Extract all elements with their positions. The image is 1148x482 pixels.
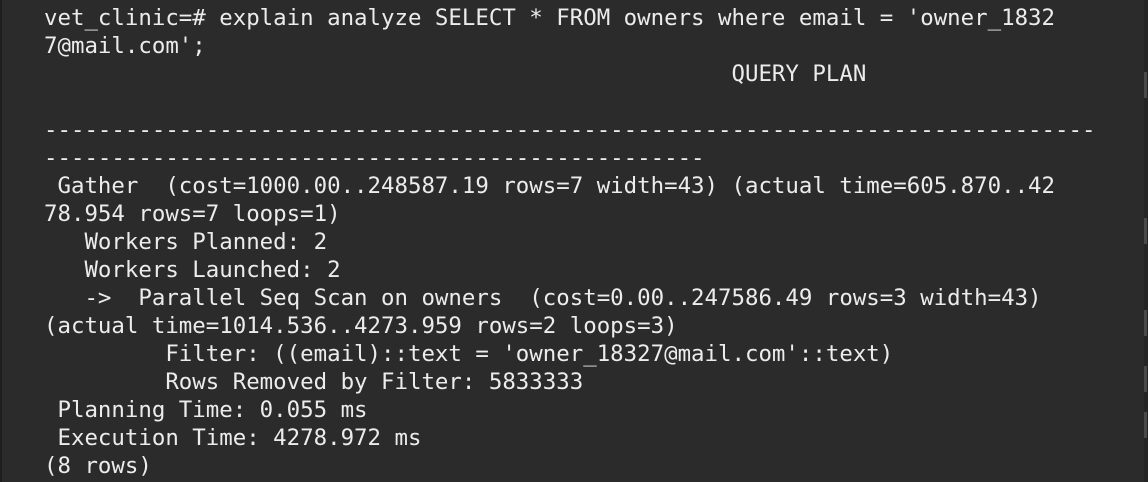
plan-seq-scan-line-wrap: (actual time=1014.536..4273.959 rows=2 l… <box>44 313 678 339</box>
window-left-edge <box>0 0 2 482</box>
plan-gather-line: Gather (cost=1000.00..248587.19 rows=7 w… <box>44 173 1056 199</box>
terminal-output[interactable]: vet_clinic=# explain analyze SELECT * FR… <box>44 4 1095 480</box>
edge-marker <box>1144 310 1147 336</box>
prompt-command-line: vet_clinic=# explain analyze SELECT * FR… <box>44 5 1056 31</box>
planning-time-line: Planning Time: 0.055 ms <box>44 397 368 423</box>
plan-filter-line: Filter: ((email)::text = 'owner_18327@ma… <box>44 341 894 367</box>
plan-workers-launched: Workers Launched: 2 <box>44 257 341 283</box>
edge-marker <box>1144 412 1147 438</box>
plan-seq-scan-line: -> Parallel Seq Scan on owners (cost=0.0… <box>44 285 1042 311</box>
prompt-command-line-wrap: 7@mail.com'; <box>44 33 206 59</box>
edge-marker <box>1144 72 1147 98</box>
execution-time-line: Execution Time: 4278.972 ms <box>44 425 422 451</box>
edge-marker <box>1144 366 1147 392</box>
header-separator-line-wrap: ----------------------------------------… <box>44 145 705 171</box>
plan-rows-removed-line: Rows Removed by Filter: 5833333 <box>44 369 584 395</box>
row-count-line: (8 rows) <box>44 453 152 479</box>
query-plan-header: QUERY PLAN <box>44 61 867 87</box>
edge-marker <box>1144 218 1147 244</box>
plan-workers-planned: Workers Planned: 2 <box>44 229 328 255</box>
window-right-edge <box>1144 0 1148 482</box>
terminal-window: vet_clinic=# explain analyze SELECT * FR… <box>0 0 1148 482</box>
header-separator-line: ----------------------------------------… <box>44 117 1096 143</box>
plan-gather-line-wrap: 78.954 rows=7 loops=1) <box>44 201 341 227</box>
